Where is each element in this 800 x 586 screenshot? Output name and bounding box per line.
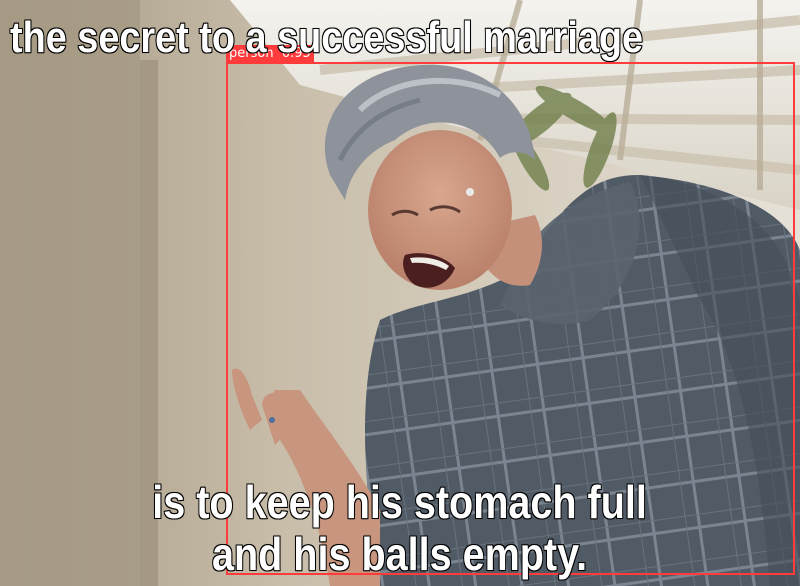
bottom-caption-line: and his balls empty.: [212, 527, 589, 581]
bottom-caption-wrap: is to keep his stomach full and his ball…: [0, 475, 800, 581]
bottom-caption-line: is to keep his stomach full: [152, 475, 648, 529]
top-caption: the secret to a successful marriage: [9, 13, 644, 63]
bottom-caption: is to keep his stomach full and his ball…: [152, 475, 648, 581]
